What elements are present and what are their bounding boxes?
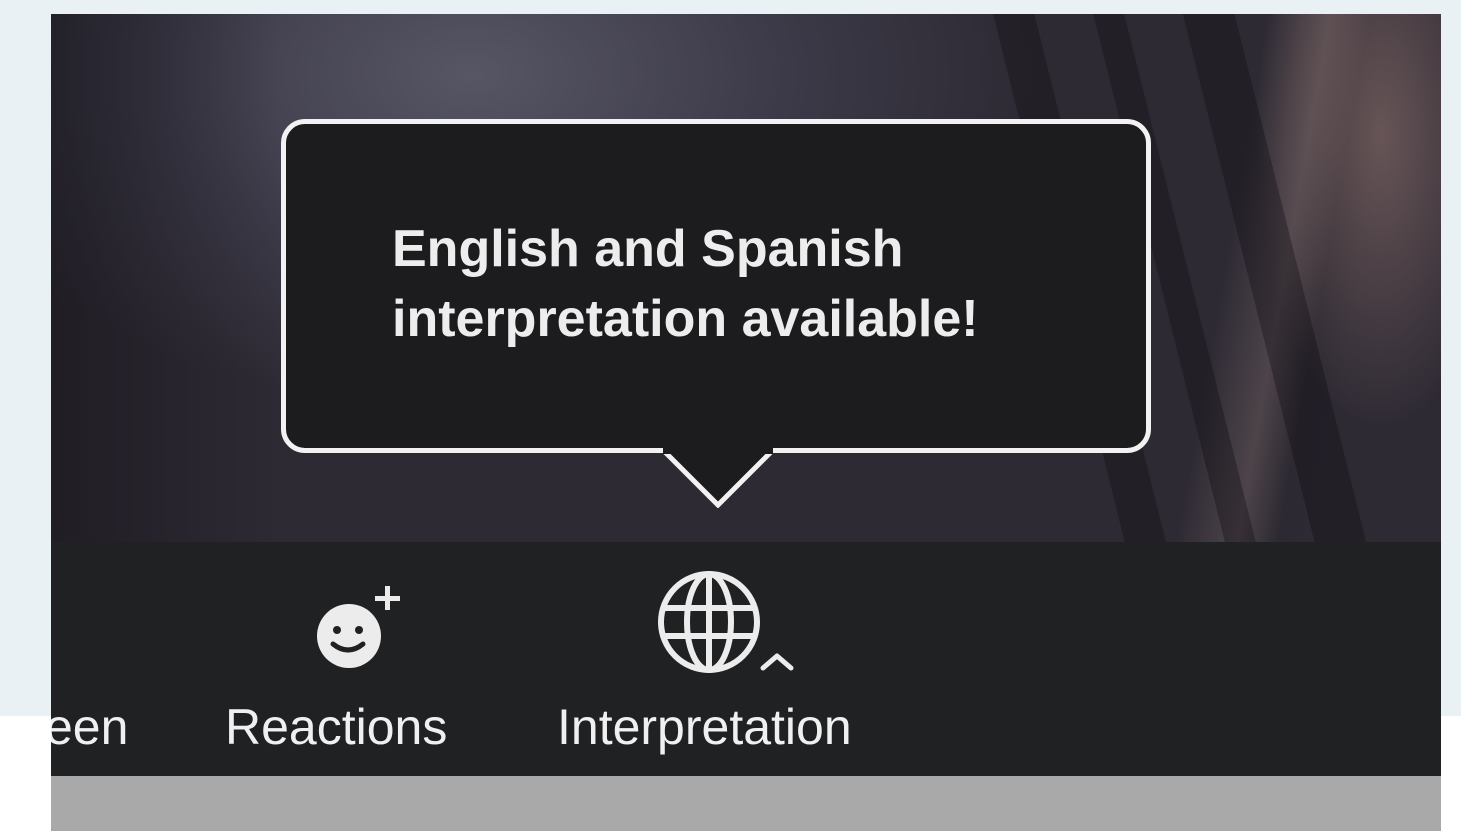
chevron-up-icon[interactable] [757,650,797,674]
tooltip-pointer [663,448,773,508]
interpretation-button[interactable]: Interpretation [531,542,911,776]
smiley-plus-icon [317,586,400,668]
share-screen-button[interactable]: een [51,542,171,776]
reactions-button[interactable]: Reactions [201,542,491,776]
tooltip-line-2: interpretation available! [392,290,979,348]
bottom-bar [51,776,1441,831]
meeting-window: English and Spanish interpretation avail… [51,14,1441,831]
meeting-toolbar: een Reactions Interpretation [51,542,1441,776]
tooltip-message: English and Spanish interpretation avail… [392,214,1112,354]
globe-icon [658,571,760,673]
tooltip-line-1: English and Spanish [392,220,904,278]
share-screen-label: een [51,699,129,755]
page: English and Spanish interpretation avail… [0,0,1461,831]
interpretation-tooltip: English and Spanish interpretation avail… [281,119,1151,453]
video-shadow [51,14,281,542]
interpretation-label: Interpretation [557,699,852,755]
reactions-label: Reactions [225,699,448,755]
video-shadow [1176,14,1376,591]
